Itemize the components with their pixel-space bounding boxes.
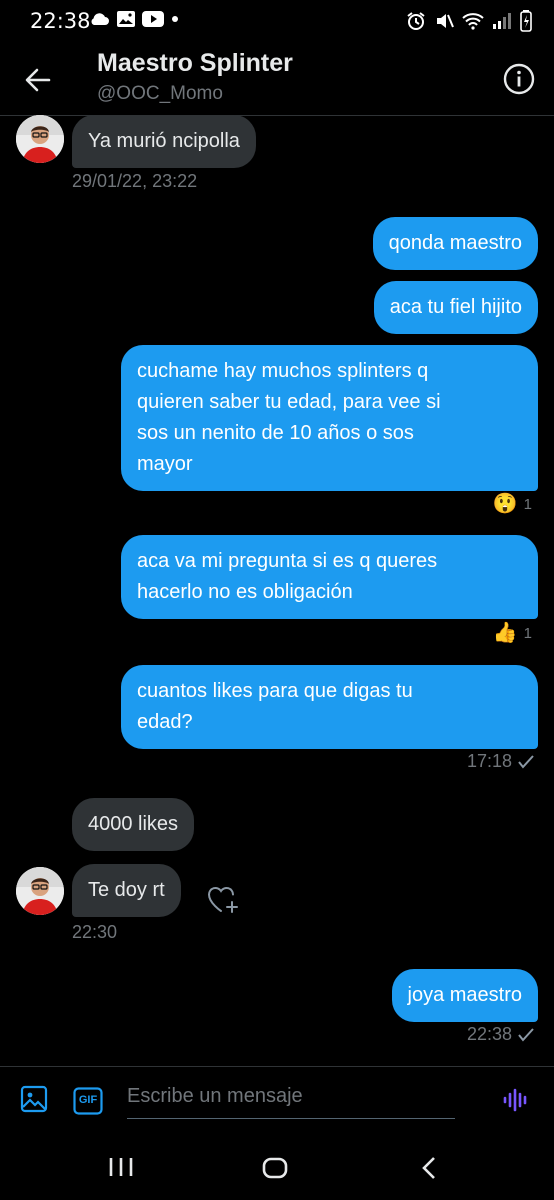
- message-bubble-outgoing[interactable]: qonda maestro: [372, 217, 538, 270]
- reaction-emoji: 😲: [492, 493, 518, 515]
- back-nav-button[interactable]: [420, 1156, 438, 1185]
- status-right-icons: [406, 10, 532, 32]
- info-icon: [503, 63, 535, 95]
- add-reaction-button[interactable]: [206, 884, 240, 921]
- check-icon: [518, 1027, 534, 1042]
- message-timestamp: 22:30: [72, 922, 118, 942]
- message-bubble-outgoing[interactable]: aca va mi pregunta si es q queres hacerl…: [121, 535, 538, 619]
- heart-plus-icon: [207, 886, 238, 913]
- check-icon: [518, 754, 534, 769]
- back-arrow-icon: [25, 68, 51, 92]
- info-button[interactable]: [502, 62, 536, 96]
- recents-icon: [109, 1158, 133, 1176]
- gallery-icon: [117, 11, 135, 27]
- image-icon: [20, 1085, 48, 1113]
- wifi-icon: [462, 13, 484, 30]
- reaction-count: 1: [523, 495, 532, 513]
- media-button[interactable]: [20, 1085, 48, 1118]
- message-bubble-outgoing[interactable]: joya maestro: [391, 969, 538, 1022]
- message-line: cuantos likes para que digas tu: [137, 680, 413, 702]
- youtube-icon: [142, 11, 164, 27]
- avatar-image: [16, 115, 64, 163]
- alarm-icon: [407, 12, 425, 30]
- back-button[interactable]: [20, 62, 56, 98]
- status-bar: 22:38: [0, 0, 554, 40]
- avatar[interactable]: [16, 115, 64, 163]
- message-meta: 17:18: [467, 751, 534, 772]
- gif-label: GIF: [78, 1094, 98, 1106]
- status-time: 22:38: [30, 9, 91, 33]
- cloud-icon: [91, 13, 109, 25]
- reaction-count: 1: [523, 624, 532, 642]
- message-line: hacerlo no es obligación: [137, 581, 353, 603]
- conversation-handle: @OOC_Momo: [97, 83, 223, 104]
- message-reaction[interactable]: 😲 1: [493, 494, 532, 514]
- system-nav-bar: [0, 1132, 554, 1200]
- message-reaction[interactable]: 👍 1: [493, 623, 532, 643]
- gif-button[interactable]: GIF: [73, 1087, 103, 1120]
- message-timestamp: 17:18: [466, 751, 512, 771]
- message-line: cuchame hay muchos splinters q: [137, 360, 429, 382]
- message-bubble-outgoing[interactable]: aca tu fiel hijito: [373, 281, 538, 334]
- voice-message-button[interactable]: [502, 1087, 530, 1118]
- message-line: edad?: [137, 711, 193, 733]
- avatar-image: [16, 867, 64, 915]
- message-bubble-incoming[interactable]: Te doy rt: [72, 864, 181, 917]
- message-timestamp: 29/01/22, 23:22: [72, 171, 198, 191]
- signal-icon: [493, 13, 511, 29]
- voice-wave-icon: [503, 1088, 527, 1112]
- message-meta: 22:38: [467, 1024, 534, 1045]
- message-bubble-incoming[interactable]: 4000 likes: [72, 798, 195, 851]
- avatar[interactable]: [16, 867, 64, 915]
- message-composer: GIF Escribe un mensaje: [0, 1066, 554, 1132]
- message-line: sos un nenito de 10 años o sos: [137, 422, 414, 444]
- dot-icon: [172, 16, 178, 22]
- home-button[interactable]: [262, 1157, 288, 1184]
- message-bubble-outgoing[interactable]: cuchame hay muchos splinters q quieren s…: [121, 345, 538, 491]
- battery-icon: [520, 10, 532, 32]
- home-icon: [262, 1157, 288, 1179]
- conversation-header: Maestro Splinter @OOC_Momo: [0, 40, 554, 116]
- message-bubble-incoming[interactable]: Ya murió ncipolla: [72, 115, 256, 168]
- message-bubble-outgoing[interactable]: cuantos likes para que digas tu edad?: [121, 665, 538, 749]
- message-timestamp: 22:38: [466, 1024, 512, 1044]
- mute-icon: [437, 14, 454, 28]
- reaction-emoji: 👍: [492, 622, 518, 644]
- message-line: mayor: [137, 453, 193, 475]
- message-line: quieren saber tu edad, para vee si: [137, 391, 441, 413]
- status-left-icons: [88, 10, 180, 28]
- conversation-title[interactable]: Maestro Splinter: [97, 49, 293, 78]
- message-line: aca va mi pregunta si es q queres: [137, 550, 438, 572]
- message-input[interactable]: Escribe un mensaje: [127, 1081, 455, 1119]
- back-chevron-icon: [422, 1157, 435, 1179]
- recent-apps-button[interactable]: [108, 1156, 134, 1183]
